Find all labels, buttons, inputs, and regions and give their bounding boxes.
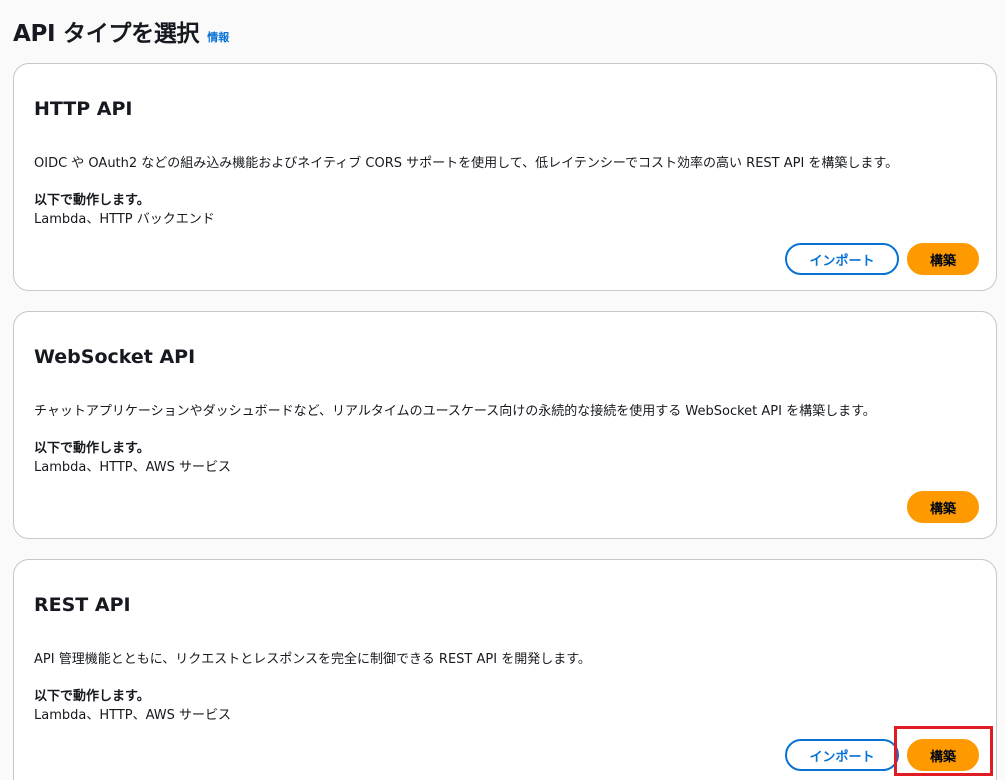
page-header: API タイプを選択 情報 [13, 14, 229, 48]
works-with-value: Lambda、HTTP、AWS サービス [34, 460, 232, 475]
works-with-heading: 以下で動作します。 [34, 193, 150, 208]
http-api-import-button[interactable]: インポート [785, 243, 899, 275]
card-title: WebSocket API [34, 346, 196, 368]
card-title: HTTP API [34, 98, 133, 120]
works-with-heading: 以下で動作します。 [34, 441, 150, 456]
websocket-api-build-button[interactable]: 構築 [907, 491, 979, 523]
card-description: API 管理機能とともに、リクエストとレスポンスを完全に制御できる REST A… [34, 652, 591, 667]
card-description: チャットアプリケーションやダッシュボードなど、リアルタイムのユースケース向けの永… [34, 404, 876, 419]
page-title: API タイプを選択 [13, 21, 200, 47]
rest-api-build-button[interactable]: 構築 [907, 739, 979, 771]
card-description: OIDC や OAuth2 などの組み込み機能およびネイティブ CORS サポー… [34, 156, 899, 171]
works-with-value: Lambda、HTTP バックエンド [34, 212, 215, 227]
info-link[interactable]: 情報 [207, 29, 229, 45]
card-title: REST API [34, 594, 131, 616]
http-api-card: HTTP API OIDC や OAuth2 などの組み込み機能およびネイティブ… [13, 63, 997, 291]
works-with-heading: 以下で動作します。 [34, 689, 150, 704]
websocket-api-card: WebSocket API チャットアプリケーションやダッシュボードなど、リアル… [13, 311, 997, 539]
http-api-build-button[interactable]: 構築 [907, 243, 979, 275]
rest-api-card: REST API API 管理機能とともに、リクエストとレスポンスを完全に制御で… [13, 559, 997, 780]
works-with-value: Lambda、HTTP、AWS サービス [34, 708, 232, 723]
rest-api-import-button[interactable]: インポート [785, 739, 899, 771]
page: API タイプを選択 情報 HTTP API OIDC や OAuth2 などの… [0, 0, 1005, 780]
